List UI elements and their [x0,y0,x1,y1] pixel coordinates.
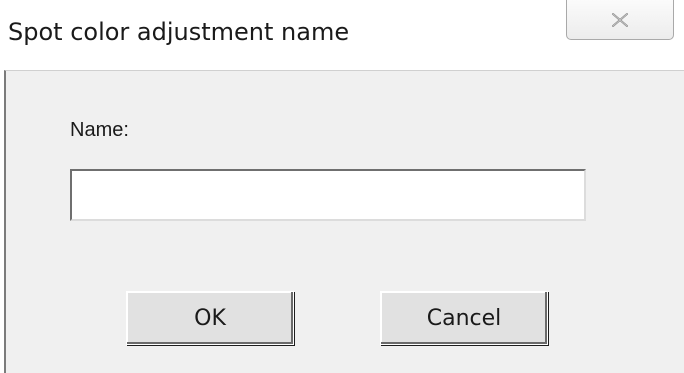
ok-button[interactable]: OK [126,291,294,345]
cancel-button[interactable]: Cancel [380,291,548,345]
name-label: Name: [70,119,129,141]
close-icon [612,12,628,27]
name-input[interactable] [70,169,586,221]
close-button[interactable] [566,0,674,40]
title-bar: Spot color adjustment name [0,0,684,66]
dialog-title: Spot color adjustment name [8,18,350,46]
dialog-window: Spot color adjustment name Name: OK Canc… [0,0,684,373]
dialog-body: Name: OK Cancel [4,70,684,373]
